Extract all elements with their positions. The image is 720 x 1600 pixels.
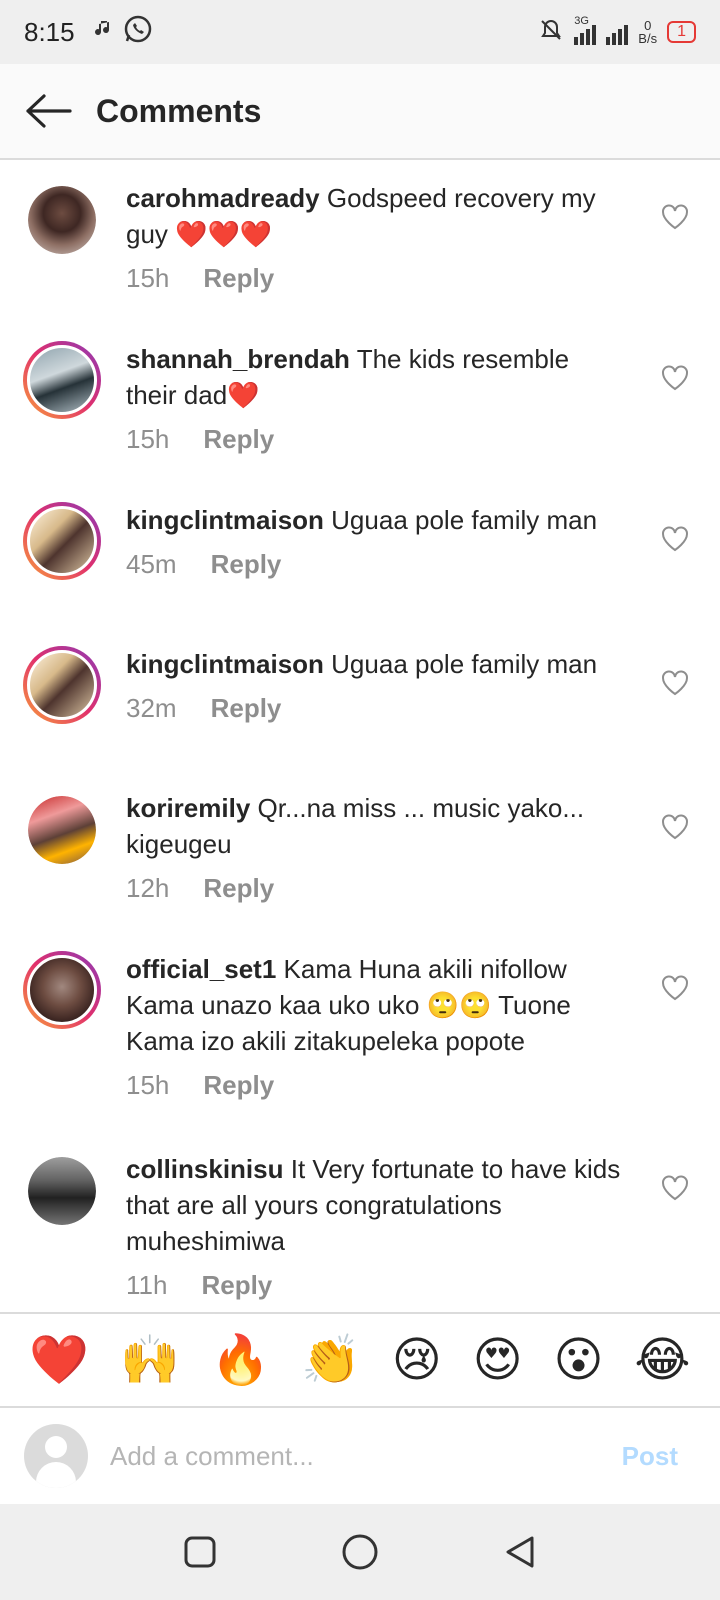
bell-off-icon bbox=[538, 17, 564, 48]
network-type: 3G bbox=[574, 15, 589, 27]
like-heart-icon[interactable] bbox=[660, 973, 690, 1003]
comment-body: kingclintmaison Uguaa pole family man 32… bbox=[126, 646, 626, 726]
avatar[interactable] bbox=[23, 951, 101, 1029]
reply-button[interactable]: Reply bbox=[203, 873, 274, 903]
reply-button[interactable]: Reply bbox=[203, 263, 274, 293]
system-nav-bar bbox=[0, 1504, 720, 1600]
comment-time: 15h bbox=[126, 1070, 170, 1100]
comment-username[interactable]: koriremily bbox=[126, 793, 250, 823]
status-time: 8:15 bbox=[24, 16, 75, 47]
comment-meta: 15h Reply bbox=[126, 1067, 626, 1103]
comment-meta: 15h Reply bbox=[126, 260, 626, 296]
status-bar: 8:15 3G 0 B/s 1 bbox=[0, 0, 720, 64]
header: Comments bbox=[0, 64, 720, 160]
reply-button[interactable]: Reply bbox=[211, 549, 282, 579]
reaction-raised-hands[interactable]: 🙌 bbox=[120, 1330, 180, 1390]
comment-username[interactable]: collinskinisu bbox=[126, 1154, 284, 1184]
net-speed-unit: B/s bbox=[638, 31, 658, 46]
comment-time: 15h bbox=[126, 263, 170, 293]
comment-time: 45m bbox=[126, 549, 177, 579]
reply-button[interactable]: Reply bbox=[203, 424, 274, 454]
reaction-clap[interactable]: 👏 bbox=[301, 1330, 361, 1390]
back-arrow-icon bbox=[26, 94, 72, 128]
like-heart-icon[interactable] bbox=[660, 363, 690, 393]
reaction-crying[interactable]: 😢 bbox=[392, 1330, 442, 1390]
comment-body: official_set1 Kama Huna akili nifollow K… bbox=[126, 951, 626, 1103]
comment-time: 11h bbox=[126, 1270, 168, 1300]
reply-button[interactable]: Reply bbox=[203, 1070, 274, 1100]
avatar[interactable] bbox=[28, 796, 96, 864]
battery-level: 1 bbox=[677, 23, 686, 40]
home-icon[interactable] bbox=[341, 1533, 379, 1571]
back-button[interactable] bbox=[0, 63, 96, 159]
back-nav-icon[interactable] bbox=[502, 1534, 538, 1570]
comment-list[interactable]: carohmadready Godspeed recovery my guy ❤… bbox=[0, 160, 720, 1310]
like-heart-icon[interactable] bbox=[660, 812, 690, 842]
comment-username[interactable]: kingclintmaison bbox=[126, 505, 324, 535]
comment-username[interactable]: shannah_brendah bbox=[126, 344, 350, 374]
comment-input[interactable] bbox=[110, 1440, 570, 1472]
comment-body: carohmadready Godspeed recovery my guy ❤… bbox=[126, 180, 626, 296]
avatar[interactable] bbox=[23, 341, 101, 419]
avatar[interactable] bbox=[28, 186, 96, 254]
comment-username[interactable]: carohmadready bbox=[126, 183, 320, 213]
comment-body: koriremily Qr...na miss ... music yako..… bbox=[126, 790, 626, 906]
comment-meta: 15h Reply bbox=[126, 421, 626, 457]
signal-icon: 3G bbox=[574, 15, 597, 45]
music-note-icon bbox=[93, 18, 115, 46]
comment-username[interactable]: official_set1 bbox=[126, 954, 276, 984]
comment-body: collinskinisu It Very fortunate to have … bbox=[126, 1151, 626, 1303]
status-right: 3G 0 B/s 1 bbox=[538, 15, 696, 48]
comment-time: 12h bbox=[126, 873, 170, 903]
comment-text: Uguaa pole family man bbox=[331, 649, 598, 679]
reply-button[interactable]: Reply bbox=[201, 1270, 272, 1300]
comment-time: 32m bbox=[126, 693, 177, 723]
page-title: Comments bbox=[96, 92, 262, 129]
comment-meta: 11h Reply bbox=[126, 1267, 626, 1303]
like-heart-icon[interactable] bbox=[660, 524, 690, 554]
reply-button[interactable]: Reply bbox=[211, 693, 282, 723]
post-button[interactable]: Post bbox=[622, 1441, 678, 1472]
signal-icon bbox=[606, 19, 629, 45]
reaction-heart[interactable]: ❤️ bbox=[29, 1330, 89, 1390]
net-speed: 0 B/s bbox=[638, 19, 657, 45]
battery-icon: 1 bbox=[667, 21, 696, 43]
comment-username[interactable]: kingclintmaison bbox=[126, 649, 324, 679]
comment-time: 15h bbox=[126, 424, 170, 454]
reaction-surprised[interactable]: 😮 bbox=[554, 1330, 604, 1390]
comment-body: shannah_brendah The kids resemble their … bbox=[126, 341, 626, 457]
quick-reactions-bar: ❤️ 🙌 🔥 👏 😢 😍 😮 😂 bbox=[0, 1312, 720, 1408]
comment-meta: 32m Reply bbox=[126, 690, 626, 726]
recents-icon[interactable] bbox=[182, 1534, 218, 1570]
like-heart-icon[interactable] bbox=[660, 1173, 690, 1203]
avatar bbox=[24, 1424, 88, 1488]
whatsapp-icon bbox=[123, 14, 153, 50]
like-heart-icon[interactable] bbox=[660, 668, 690, 698]
reaction-laughing[interactable]: 😂 bbox=[634, 1330, 690, 1390]
comment-text: Uguaa pole family man bbox=[331, 505, 598, 535]
comment-meta: 12h Reply bbox=[126, 870, 626, 906]
comment-meta: 45m Reply bbox=[126, 546, 626, 582]
comment-composer: Post bbox=[0, 1408, 720, 1504]
like-heart-icon[interactable] bbox=[660, 202, 690, 232]
avatar[interactable] bbox=[23, 646, 101, 724]
reaction-fire[interactable]: 🔥 bbox=[211, 1330, 271, 1390]
comment-body: kingclintmaison Uguaa pole family man 45… bbox=[126, 502, 626, 582]
reaction-heart-eyes[interactable]: 😍 bbox=[473, 1330, 523, 1390]
avatar[interactable] bbox=[23, 502, 101, 580]
avatar[interactable] bbox=[28, 1157, 96, 1225]
